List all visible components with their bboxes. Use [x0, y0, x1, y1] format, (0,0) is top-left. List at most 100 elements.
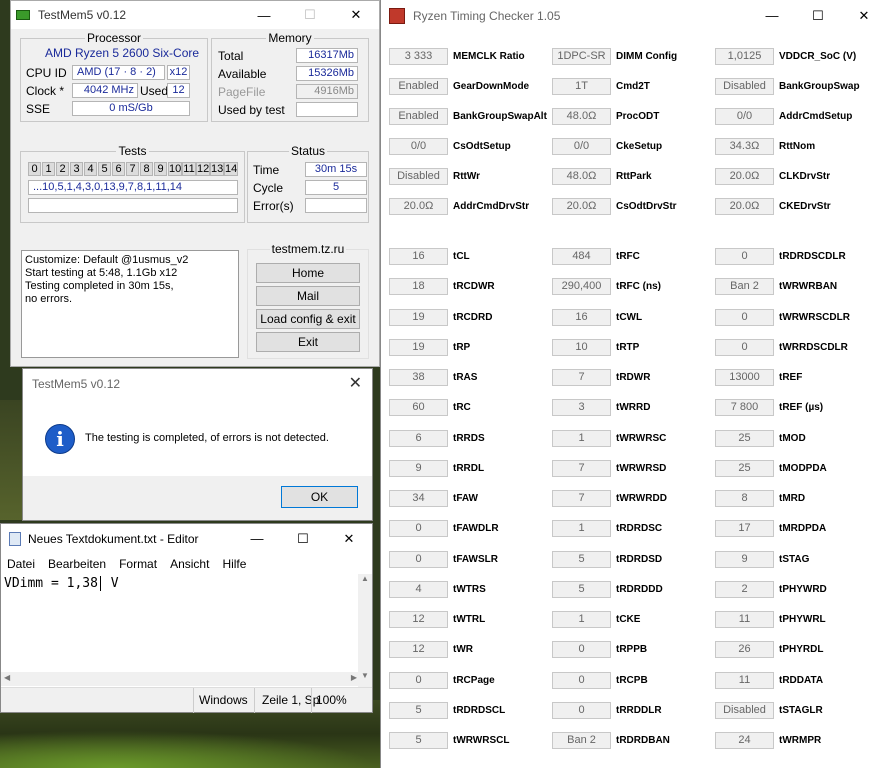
- timing-label: RttPark: [616, 171, 652, 182]
- mail-button[interactable]: Mail: [256, 286, 360, 306]
- minimize-icon: —: [257, 7, 271, 23]
- rtc-minimize-button[interactable]: —: [749, 2, 795, 30]
- timing-label: tWRWRSCL: [453, 735, 510, 746]
- menu-hilfe[interactable]: Hilfe: [222, 557, 246, 571]
- menu-ansicht[interactable]: Ansicht: [170, 557, 209, 571]
- processor-group: Processor AMD Ryzen 5 2600 Six-Core CPU …: [20, 31, 208, 122]
- timing-value-field: 17: [715, 520, 774, 537]
- maximize-button: ☐: [287, 1, 333, 29]
- test-sequence-field: ...10,5,1,4,3,0,13,9,7,8,1,11,14: [28, 180, 238, 195]
- timing-value-field: 25: [715, 460, 774, 477]
- timing-label: tRTP: [616, 342, 640, 353]
- ok-button[interactable]: OK: [281, 486, 358, 508]
- usedby-label: Used by test: [218, 103, 285, 117]
- timing-value-field: 48.0Ω: [552, 108, 611, 125]
- timing-value-field: 7: [552, 490, 611, 507]
- log-textbox[interactable]: Customize: Default @1usmus_v2 Start test…: [21, 250, 239, 358]
- timing-label: BankGroupSwapAlt: [453, 111, 547, 122]
- timing-value-field: 8: [715, 490, 774, 507]
- status-separator: [254, 688, 255, 713]
- timing-value-field: 1: [552, 520, 611, 537]
- exit-button[interactable]: Exit: [256, 332, 360, 352]
- timing-value-field: 60: [389, 399, 448, 416]
- timing-value-field: 0: [389, 520, 448, 537]
- timing-label: RttNom: [779, 141, 816, 152]
- timing-value-field: Enabled: [389, 108, 448, 125]
- pagefile-label: PageFile: [218, 85, 266, 99]
- notepad-horizontal-scrollbar[interactable]: ◀ ▶: [1, 672, 360, 686]
- scroll-up-icon[interactable]: ▲: [358, 574, 372, 583]
- scroll-left-icon[interactable]: ◀: [4, 673, 10, 682]
- timing-value-field: 0: [715, 339, 774, 356]
- rtc-close-button[interactable]: ✕: [841, 2, 887, 30]
- pagefile-field: 4916Mb: [296, 84, 358, 99]
- timing-value-field: 1: [552, 430, 611, 447]
- load-config-exit-button[interactable]: Load config & exit: [256, 309, 360, 329]
- timing-label: AddrCmdSetup: [779, 111, 853, 122]
- dialog-title: TestMem5 v0.12: [32, 377, 121, 391]
- timing-label: tWRWRSD: [616, 463, 667, 474]
- timing-value-field: Disabled: [389, 168, 448, 185]
- timing-label: tRFC: [616, 251, 640, 262]
- notepad-close-button[interactable]: ✕: [326, 525, 372, 553]
- notepad-minimize-button[interactable]: —: [234, 525, 280, 553]
- sse-field: 0 mS/Gb: [72, 101, 190, 116]
- timing-label: tRDRDSC: [616, 523, 663, 534]
- cpuid-field: AMD (17 · 8 · 2): [72, 65, 165, 80]
- timing-label: tWRWRSC: [616, 433, 667, 444]
- timing-label: tWR: [453, 644, 473, 655]
- timing-value-field: 1,0125: [715, 48, 774, 65]
- menu-format[interactable]: Format: [119, 557, 157, 571]
- timing-value-field: 0: [552, 702, 611, 719]
- timing-value-field: Enabled: [389, 78, 448, 95]
- available-label: Available: [218, 67, 267, 81]
- timing-label: tREF (µs): [779, 402, 824, 413]
- timing-value-field: 2: [715, 581, 774, 598]
- test-cell-12: 12: [196, 162, 210, 176]
- status-zoom: 100%: [316, 693, 347, 707]
- timing-value-field: 19: [389, 309, 448, 326]
- timing-value-field: 1: [552, 611, 611, 628]
- close-icon: ✕: [350, 7, 362, 22]
- timing-value-field: 48.0Ω: [552, 168, 611, 185]
- home-button[interactable]: Home: [256, 263, 360, 283]
- rtc-maximize-button[interactable]: ☐: [795, 2, 841, 30]
- timing-label: CkeSetup: [616, 141, 663, 152]
- test-cell-4: 4: [84, 162, 97, 176]
- menu-datei[interactable]: Datei: [7, 557, 35, 571]
- timing-value-field: 290,400: [552, 278, 611, 295]
- notepad-vertical-scrollbar[interactable]: ▲ ▼: [358, 574, 372, 696]
- timing-label: tWRWRDD: [616, 493, 667, 504]
- close-button[interactable]: ✕: [333, 1, 379, 29]
- dialog-close-button[interactable]: ✕: [349, 373, 362, 393]
- timing-label: tRP: [453, 342, 471, 353]
- processor-group-title: Processor: [84, 31, 144, 45]
- log-line: no errors.: [25, 293, 73, 305]
- desktop-light: [0, 730, 380, 768]
- timing-value-field: 3 333: [389, 48, 448, 65]
- timing-value-field: 13000: [715, 369, 774, 386]
- menu-bearbeiten[interactable]: Bearbeiten: [48, 557, 106, 571]
- notepad-menubar: Datei Bearbeiten Format Ansicht Hilfe: [1, 557, 253, 571]
- rtc-titlebar[interactable]: Ryzen Timing Checker 1.05 — ☐ ✕: [381, 0, 887, 31]
- scroll-down-icon[interactable]: ▼: [358, 671, 372, 680]
- timing-label: tRDDATA: [779, 675, 824, 686]
- test-cell-5: 5: [98, 162, 111, 176]
- completion-dialog: TestMem5 v0.12 ✕ i The testing is comple…: [22, 368, 373, 521]
- timing-value-field: 26: [715, 641, 774, 658]
- testmem-titlebar[interactable]: TestMem5 v0.12 — ☐ ✕: [11, 1, 379, 29]
- minimize-button[interactable]: —: [241, 1, 287, 29]
- timing-value-field: 34: [389, 490, 448, 507]
- timing-label: tREF: [779, 372, 803, 383]
- notepad-titlebar[interactable]: Neues Textdokument.txt - Editor — ☐ ✕: [1, 524, 372, 553]
- available-field: 15326Mb: [296, 66, 358, 81]
- used-label: Used: [140, 84, 169, 98]
- test-cell-1: 1: [42, 162, 55, 176]
- scroll-right-icon[interactable]: ▶: [351, 673, 357, 682]
- notepad-title: Neues Textdokument.txt - Editor: [28, 531, 199, 546]
- errors-label: Error(s): [253, 199, 294, 213]
- timing-value-field: 7 800: [715, 399, 774, 416]
- tests-group-title: Tests: [116, 144, 149, 158]
- notepad-maximize-button[interactable]: ☐: [280, 525, 326, 553]
- test-cell-10: 10: [168, 162, 182, 176]
